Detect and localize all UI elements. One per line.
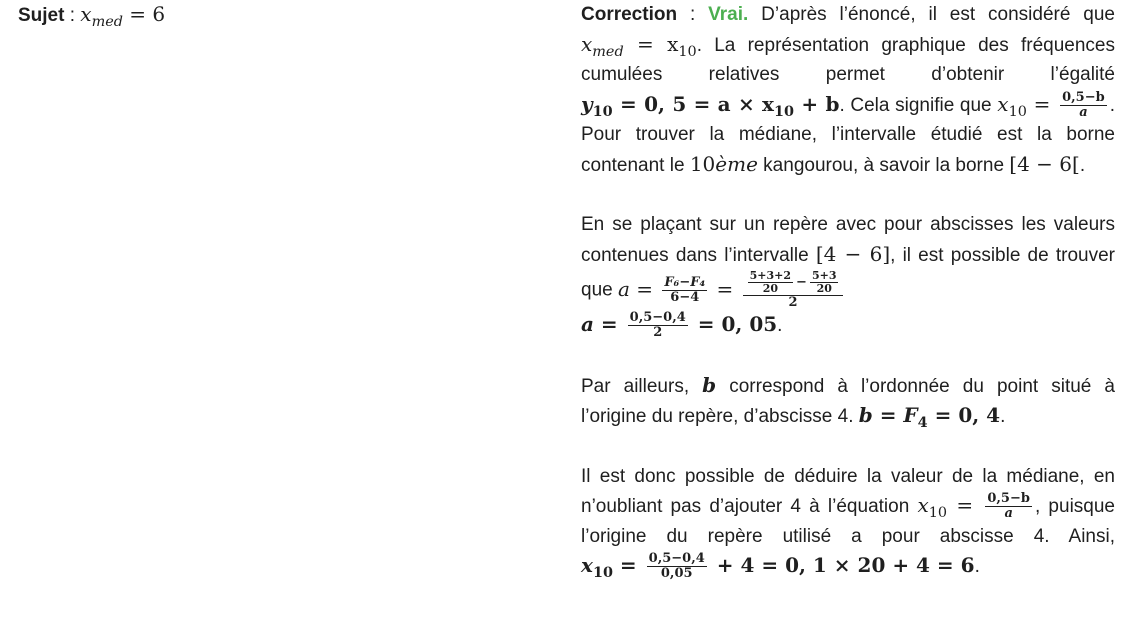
correction-block: Correction : Vrai. D’après l’énoncé, il … <box>581 0 1115 582</box>
math-eq: = 0, 5 = a × x <box>620 91 774 116</box>
fraction-numerator: 0,5−0,4 <box>646 551 707 567</box>
math-a-result: a = 0,5−0,4 2 = 0, 05 <box>581 311 778 340</box>
text: kangourou, à savoir la borne <box>757 154 1010 176</box>
math-eq: = 0, 05 <box>690 312 778 336</box>
fraction-numerator: 0,5−0,4 <box>627 310 688 326</box>
math-var: x <box>997 91 1009 116</box>
fraction-numerator: 0,5−b <box>1060 89 1107 106</box>
math-var: b <box>702 372 717 397</box>
correction-separator: : <box>677 4 709 25</box>
text: . <box>1000 406 1006 427</box>
text: . <box>777 315 783 336</box>
math-eq: = <box>612 553 644 577</box>
fraction-denominator: a <box>1079 104 1088 120</box>
text: . <box>974 556 980 577</box>
math-interval: [4 − 6[ <box>1009 151 1080 176</box>
fraction-numerator: 5+3+2 20−5+3 20 <box>742 270 844 296</box>
math-eq: = <box>629 276 660 301</box>
fraction: 0,5−b a <box>985 492 1032 521</box>
subject-label: Sujet <box>18 5 65 26</box>
fraction-denominator: 6−4 <box>670 289 700 305</box>
math-eq: + 4 = 0, 1 × 20 + 4 = 6 <box>709 553 975 577</box>
math-var: a <box>617 276 630 301</box>
math-eq: b = F <box>858 403 918 427</box>
math-eq: = <box>947 493 983 517</box>
math-xmed-eq: xmed = x10 <box>581 31 697 59</box>
correction-paragraph-4: Il est donc possible de déduire la valeu… <box>581 462 1115 582</box>
fraction-denominator: 2 <box>788 295 798 310</box>
fraction-denominator: a <box>1004 506 1013 521</box>
text: . <box>1079 154 1086 176</box>
math-suffix: ème <box>715 151 758 176</box>
math-x10-frac: x10 = 0,5−b a <box>917 492 1035 521</box>
fraction: 5+3+2 20 <box>747 270 794 295</box>
math-eq: = 6 <box>122 2 166 26</box>
correction-paragraph-3: Par ailleurs, b correspond à l’ordonnée … <box>581 371 1115 432</box>
text: D’après l’énoncé, il est considéré que <box>748 4 1115 25</box>
fraction-denominator: 0,05 <box>660 566 693 581</box>
fraction-numerator: 0,5−b <box>985 491 1032 507</box>
text: . Cela signifie que <box>839 94 998 116</box>
math-sub: 10 <box>592 102 613 120</box>
math-var: x <box>917 493 929 517</box>
math-eq: = 0, 4 <box>927 403 1001 427</box>
math-sub: 4 <box>917 414 928 432</box>
math-num: 10 <box>689 151 716 176</box>
math-eq: = <box>593 312 625 336</box>
math-sub: 10 <box>774 102 795 120</box>
math-sub: med <box>91 14 123 31</box>
math-eq: + b <box>794 91 840 116</box>
fraction-denominator: 20 <box>816 282 832 295</box>
correction-paragraph-1: Correction : Vrai. D’après l’énoncé, il … <box>581 0 1115 180</box>
fraction: 5+3 20 <box>809 270 839 295</box>
math-interval: [4 − 6] <box>815 241 891 266</box>
math-eq: = <box>710 276 740 301</box>
fraction: 0,5−0,4 0,05 <box>646 551 707 581</box>
math-sub: 10 <box>592 564 613 582</box>
subject-line: Sujet : xmed = 6 <box>18 2 166 29</box>
math-sub: 10 <box>1008 103 1027 120</box>
fraction-denominator: 20 <box>762 282 778 295</box>
math-b-eq: b = F4 = 0, 4 <box>858 403 1001 430</box>
subject-separator: : <box>64 5 81 26</box>
fraction-numerator: F₆−F₄ <box>662 274 708 291</box>
verdict-badge: Vrai. <box>708 4 749 25</box>
fraction: F₆−F₄ 6−4 <box>662 274 708 305</box>
correction-label: Correction <box>581 4 678 25</box>
math-final-eq: x10 = 0,5−0,4 0,05 + 4 = 0, 1 × 20 + 4 = … <box>581 552 975 581</box>
math-a-eq: a = F₆−F₄ 6−4 = 5+3+2 20−5+3 20 2 <box>617 270 847 310</box>
math-var: y <box>581 91 593 116</box>
correction-paragraph-2: En se plaçant sur un repère avec pour ab… <box>581 210 1115 341</box>
math-sub: 10 <box>928 505 948 522</box>
math-var: a <box>581 312 594 336</box>
math-y10-eq: y10 = 0, 5 = a × x10 + b <box>581 91 840 119</box>
subject-math: xmed = 6 <box>80 2 166 29</box>
fraction: 0,5−0,4 2 <box>627 310 688 340</box>
fraction: 0,5−b a <box>1060 89 1107 120</box>
math-sub: 10 <box>678 43 697 60</box>
math-tenth: 10ème <box>690 152 758 176</box>
compound-fraction: 5+3+2 20−5+3 20 2 <box>742 270 844 310</box>
math-var: x <box>581 553 593 577</box>
math-var: x <box>581 31 593 56</box>
text: Par ailleurs, <box>581 375 703 397</box>
math-x10-frac: x10 = 0,5−b a <box>997 89 1107 120</box>
math-var: x <box>80 2 92 26</box>
math-sub: med <box>592 43 624 60</box>
fraction-denominator: 2 <box>653 325 663 340</box>
math-eq: = x <box>637 31 679 56</box>
